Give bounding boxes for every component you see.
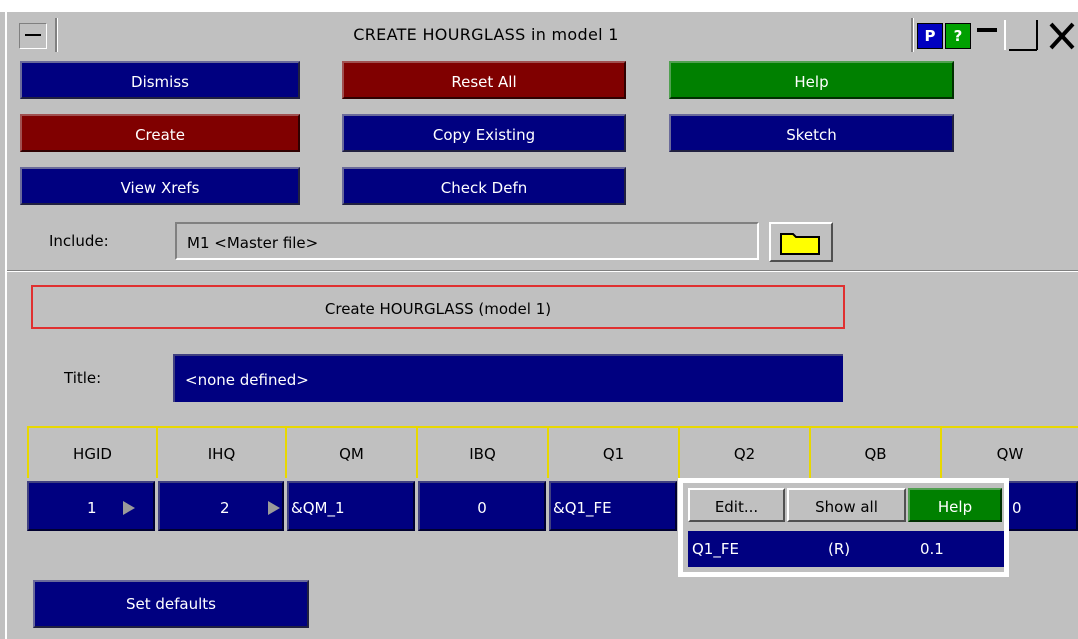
top-border	[0, 0, 1078, 12]
window-title: CREATE HOURGLASS in model 1	[353, 25, 619, 44]
popup-panel: Edit... Show all Help Q1_FE (R) 0.1	[683, 483, 1004, 572]
cell-qm[interactable]: &QM_1	[287, 481, 415, 531]
arrow-right-icon[interactable]	[268, 501, 280, 515]
column-header-hgid: HGID	[27, 426, 158, 478]
column-header-ibq: IBQ	[418, 426, 549, 478]
dismiss-button[interactable]: Dismiss	[20, 61, 300, 99]
copy-existing-button[interactable]: Copy Existing	[342, 114, 626, 152]
cell-qw[interactable]: 0	[1005, 481, 1078, 531]
edit-button[interactable]: Edit...	[688, 488, 785, 522]
set-defaults-button[interactable]: Set defaults	[33, 580, 309, 628]
show-all-button[interactable]: Show all	[787, 488, 906, 522]
parameter-row[interactable]: Q1_FE (R) 0.1	[688, 531, 1004, 567]
column-header-q1: Q1	[549, 426, 680, 478]
column-header-qb: QB	[811, 426, 942, 478]
close-icon[interactable]	[1047, 18, 1077, 52]
parameter-value: 0.1	[920, 540, 944, 558]
include-field[interactable]: M1 <Master file>	[175, 222, 759, 260]
cell-ihq[interactable]: 2	[158, 481, 284, 531]
maximize-icon[interactable]	[1003, 18, 1041, 52]
parameter-type: (R)	[828, 540, 851, 558]
cell-q1[interactable]: &Q1_FE	[549, 481, 677, 531]
popup-help-button[interactable]: Help	[908, 488, 1002, 522]
reset-all-button[interactable]: Reset All	[342, 61, 626, 99]
cell-ibq[interactable]: 0	[418, 481, 546, 531]
section-divider	[7, 270, 1078, 272]
parameter-name: Q1_FE	[692, 540, 739, 558]
check-defn-button[interactable]: Check Defn	[342, 167, 626, 205]
window-menu-icon[interactable]	[19, 23, 47, 49]
create-header: Create HOURGLASS (model 1)	[31, 285, 845, 329]
sketch-button[interactable]: Sketch	[669, 114, 954, 152]
column-header-q2: Q2	[680, 426, 811, 478]
minimize-icon[interactable]	[975, 18, 1001, 52]
title-input[interactable]: <none defined>	[173, 354, 843, 402]
title-bar: CREATE HOURGLASS in model 1 P ?	[7, 14, 1078, 56]
create-button[interactable]: Create	[20, 114, 300, 152]
title-label: Title:	[64, 369, 102, 387]
title-divider	[911, 18, 914, 52]
cell-ihq-value: 2	[220, 499, 230, 517]
arrow-right-icon[interactable]	[123, 501, 135, 515]
cell-hgid-value: 1	[87, 499, 97, 517]
include-label: Include:	[49, 232, 109, 250]
cell-hgid[interactable]: 1	[27, 481, 155, 531]
left-border	[5, 0, 7, 639]
column-header-qm: QM	[287, 426, 418, 478]
question-help-button[interactable]: ?	[945, 23, 971, 49]
parameter-popup: Edit... Show all Help Q1_FE (R) 0.1	[678, 478, 1009, 577]
help-button[interactable]: Help	[669, 61, 954, 99]
p-button[interactable]: P	[917, 23, 943, 49]
hourglass-window: CREATE HOURGLASS in model 1 P ? Dismiss …	[0, 0, 1078, 639]
folder-button[interactable]	[769, 222, 833, 262]
column-header-ihq: IHQ	[158, 426, 287, 478]
title-divider	[55, 18, 58, 52]
folder-icon	[780, 233, 820, 255]
column-header-qw: QW	[942, 426, 1078, 478]
view-xrefs-button[interactable]: View Xrefs	[20, 167, 300, 205]
